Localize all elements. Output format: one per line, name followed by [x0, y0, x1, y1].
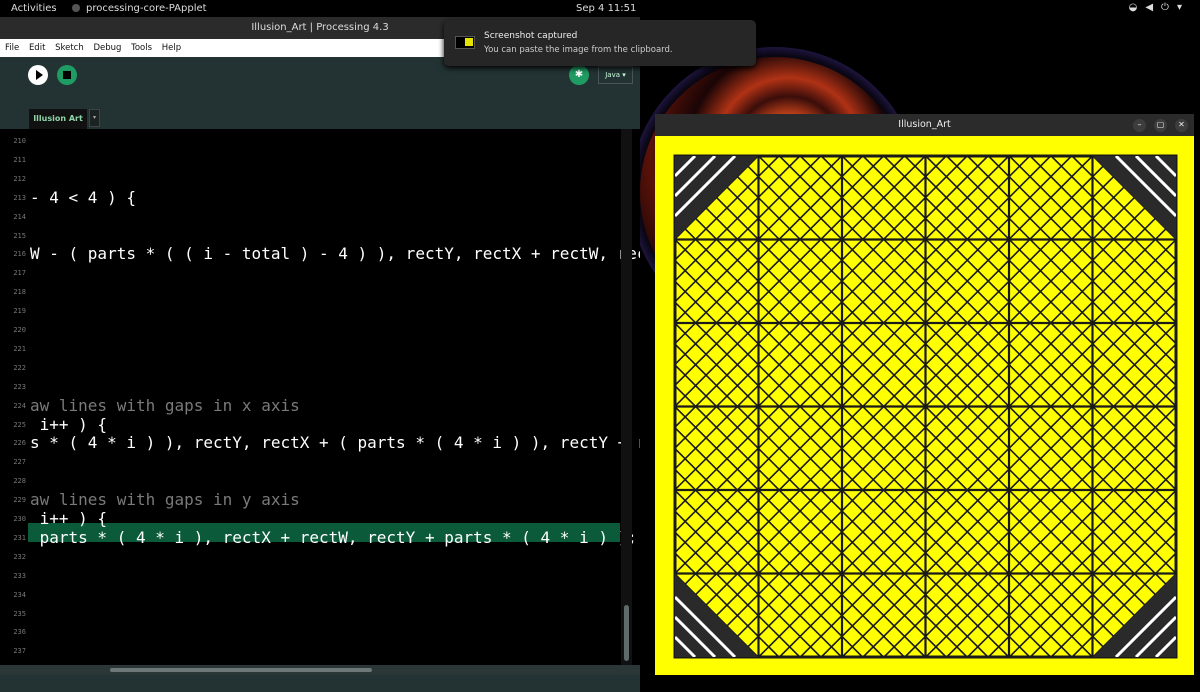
line-number: 214 [13, 212, 26, 221]
sketch-window: Illusion_Art – ▢ ✕ [655, 114, 1194, 675]
line-number: 229 [13, 496, 26, 505]
top-bar: Activities processing-core-PApplet Sep 4… [0, 0, 1200, 17]
app-menu[interactable]: processing-core-PApplet [72, 3, 207, 14]
line-number: 230 [13, 515, 26, 523]
line-number: 223 [13, 382, 26, 391]
line-number: 212 [13, 174, 26, 183]
horizontal-scrollbar[interactable] [0, 665, 640, 675]
line-number: 228 [13, 477, 26, 486]
line-number: 222 [13, 363, 26, 372]
line-number: 226 [13, 439, 26, 448]
line-number: 221 [13, 344, 26, 353]
line-number: 236 [13, 628, 26, 637]
menu-tools[interactable]: Tools [126, 39, 152, 53]
line-number: 213 [13, 193, 26, 202]
minimize-button[interactable]: – [1133, 119, 1146, 132]
line-number: 220 [13, 326, 26, 334]
code-comment-line: aw lines with gaps in y axis [30, 490, 300, 510]
code-line: parts * ( 4 * i ), rectX + rectW, rectY … [30, 527, 637, 547]
line-number: 211 [13, 155, 26, 164]
screenshot-icon [455, 36, 475, 49]
line-number: 216 [13, 250, 26, 259]
code-line: - 4 < 4 ) { [30, 187, 136, 207]
notification-banner[interactable]: Screenshot captured You can paste the im… [444, 20, 756, 66]
power-icon: ⏻ [1161, 2, 1177, 13]
menu-edit[interactable]: Edit [24, 39, 45, 53]
line-number: 235 [13, 609, 26, 618]
chevron-down-icon: ▾ [1176, 2, 1190, 13]
tab-illusion-art[interactable]: Illusion Art [29, 109, 87, 129]
tab-bar: Illusion Art ▾ [0, 104, 640, 129]
line-number: 218 [13, 288, 26, 297]
line-number-gutter: 210 211 212 213 214 215 216 217 218 219 220 221 222 2… [0, 129, 28, 665]
scrollbar-thumb[interactable] [624, 605, 629, 661]
menu-sketch[interactable]: Sketch [50, 39, 84, 53]
line-number: 219 [13, 307, 26, 316]
menu-help[interactable]: Help [157, 39, 181, 53]
close-button[interactable]: ✕ [1175, 119, 1188, 132]
notification-title: Screenshot captured [484, 31, 578, 41]
debug-icon[interactable]: ✱ [569, 65, 589, 85]
code-comment-line: aw lines with gaps in x axis [30, 395, 300, 415]
hatch-line [655, 156, 674, 657]
line-number: 231 [13, 533, 26, 542]
code-line: i++ ) { [30, 414, 108, 434]
sketch-title: Illusion_Art [655, 114, 1194, 136]
line-number: 225 [13, 420, 26, 429]
line-number: 224 [13, 401, 26, 410]
line-number: 234 [13, 590, 26, 599]
line-number: 232 [13, 552, 26, 561]
line-number: 215 [13, 231, 26, 240]
status-bar [0, 675, 640, 692]
mode-select[interactable]: Java ▾ [598, 66, 633, 84]
code-editor[interactable]: 210 211 212 213 214 215 216 217 218 219 220 221 222 2… [0, 129, 640, 665]
processing-ide-window: Illusion_Art | Processing 4.3 File Edit … [0, 17, 640, 692]
menu-file[interactable]: File [0, 39, 19, 53]
clock[interactable]: Sep 4 11:51 [576, 3, 636, 14]
activities-button[interactable]: Activities [11, 3, 57, 14]
scrollbar-thumb[interactable] [110, 668, 372, 672]
volume-icon: ◀ [1145, 2, 1162, 13]
notification-body: You can paste the image from the clipboa… [484, 45, 673, 55]
line-number: 217 [13, 269, 26, 278]
hatch-line [1177, 156, 1194, 657]
tab-menu-button[interactable]: ▾ [89, 109, 100, 127]
system-tray[interactable]: ◒◀⏻▾ [1129, 2, 1190, 13]
line-number: 233 [13, 571, 26, 580]
hatch-line [1177, 156, 1194, 657]
line-number: 210 [13, 137, 26, 145]
code-line: W - ( parts * ( ( i - total ) - 4 ) ), r… [30, 244, 640, 264]
vertical-scrollbar[interactable] [621, 129, 632, 665]
stop-button[interactable] [57, 65, 77, 85]
line-number: 237 [13, 647, 26, 656]
code-line: i++ ) { [30, 509, 108, 528]
maximize-button[interactable]: ▢ [1154, 119, 1167, 132]
menu-debug[interactable]: Debug [88, 39, 121, 53]
line-number: 227 [13, 458, 26, 467]
code-line: s * ( 4 * i ) ), rectY, rectX + ( parts … [30, 433, 640, 453]
network-icon: ◒ [1128, 2, 1146, 13]
app-icon [72, 4, 80, 12]
app-name: processing-core-PApplet [86, 3, 207, 14]
sketch-canvas [655, 154, 1194, 659]
hatch-line [655, 156, 674, 657]
run-button[interactable] [28, 65, 48, 85]
